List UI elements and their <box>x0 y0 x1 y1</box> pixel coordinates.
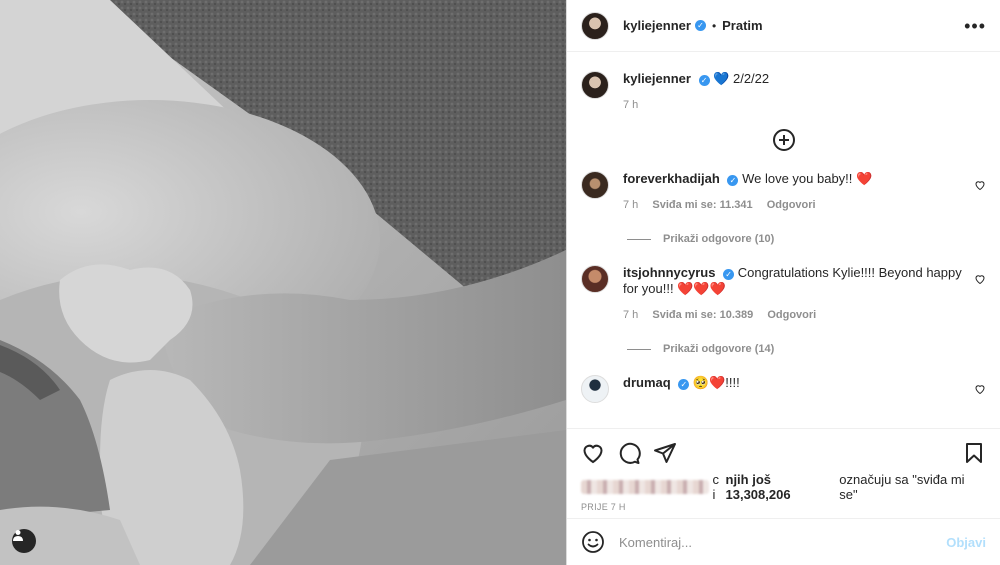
post-sidebar: kyliejenner ✓ • Pratim ••• kyliejenner ✓… <box>566 0 1000 565</box>
post-actions <box>567 428 1000 476</box>
following-button[interactable]: Pratim <box>722 18 762 33</box>
commenter-username[interactable]: foreverkhadijah <box>623 171 720 186</box>
commenter-avatar[interactable] <box>581 171 609 199</box>
caption-username[interactable]: kyliejenner <box>623 71 691 86</box>
view-replies-button[interactable]: Prikaži odgovore (14) <box>627 343 986 355</box>
emoji-icon[interactable] <box>581 530 605 554</box>
caption-text: 💙 2/2/22 <box>713 71 770 86</box>
commenter-username[interactable]: drumaq <box>623 375 671 390</box>
author-avatar[interactable] <box>581 11 609 40</box>
comment-likes[interactable]: Sviđa mi se: 11.341 <box>652 199 752 211</box>
comment-likes[interactable]: Sviđa mi se: 10.389 <box>652 309 753 321</box>
verified-icon: ✓ <box>678 379 690 390</box>
tag-user-icon[interactable] <box>12 529 36 553</box>
more-options-icon[interactable]: ••• <box>964 17 986 35</box>
heart-icon[interactable] <box>581 441 605 465</box>
caption-age: 7 h <box>623 99 639 111</box>
verified-icon: ✓ <box>723 269 735 280</box>
baby-hands-photo <box>0 0 566 565</box>
post-header: kyliejenner ✓ • Pratim ••• <box>567 0 1000 52</box>
comment-item: drumaq ✓ 🥺❤️!!!! <box>581 375 986 403</box>
caption-avatar[interactable] <box>581 71 609 99</box>
post-timestamp[interactable]: PRIJE 7 H <box>567 498 1000 518</box>
view-replies-label[interactable]: Prikaži odgovore (10) <box>663 233 774 245</box>
reply-button[interactable]: Odgovori <box>767 309 816 321</box>
likes-summary[interactable]: c i njih još 13,308,206 označuju sa "svi… <box>567 472 1000 502</box>
comment-composer: Objavi <box>567 518 1000 565</box>
verified-icon: ✓ <box>698 75 710 86</box>
verified-icon: ✓ <box>727 175 739 186</box>
comment-text: 🥺❤️!!!! <box>692 375 740 390</box>
comments-list[interactable]: kyliejenner ✓ 💙 2/2/22 7 h foreverkhadij… <box>567 52 1000 428</box>
comment-like-icon[interactable] <box>974 383 986 395</box>
post-comment-button[interactable]: Objavi <box>946 535 986 550</box>
liked-by-avatars <box>581 480 709 494</box>
commenter-avatar[interactable] <box>581 375 609 403</box>
view-replies-label[interactable]: Prikaži odgovore (14) <box>663 343 774 355</box>
commenter-username[interactable]: itsjohnnycyrus <box>623 265 715 280</box>
comment-like-icon[interactable] <box>974 179 986 191</box>
separator-dot: • <box>711 18 717 33</box>
commenter-avatar[interactable] <box>581 265 609 293</box>
comment-input[interactable] <box>619 534 947 550</box>
author-username[interactable]: kyliejenner <box>623 18 691 33</box>
reply-button[interactable]: Odgovori <box>767 199 816 211</box>
post-caption: kyliejenner ✓ 💙 2/2/22 7 h <box>581 52 986 111</box>
add-circle-icon[interactable] <box>772 129 795 151</box>
comment-age[interactable]: 7 h <box>623 199 638 211</box>
comment-item: foreverkhadijah ✓ We love you baby!! ❤️ … <box>581 171 986 211</box>
verified-icon: ✓ <box>694 20 706 31</box>
post-photo[interactable] <box>0 0 566 565</box>
load-more-comments <box>581 129 986 151</box>
comment-text: We love you baby!! ❤️ <box>742 171 873 186</box>
view-replies-button[interactable]: Prikaži odgovore (10) <box>627 233 986 245</box>
comment-item: itsjohnnycyrus ✓ Congratulations Kylie!!… <box>581 265 986 321</box>
comment-like-icon[interactable] <box>974 273 986 285</box>
share-icon[interactable] <box>653 441 677 465</box>
bookmark-icon[interactable] <box>962 441 986 465</box>
instagram-post-view: kyliejenner ✓ • Pratim ••• kyliejenner ✓… <box>0 0 1000 565</box>
comment-age[interactable]: 7 h <box>623 309 638 321</box>
comment-icon[interactable] <box>617 441 641 465</box>
